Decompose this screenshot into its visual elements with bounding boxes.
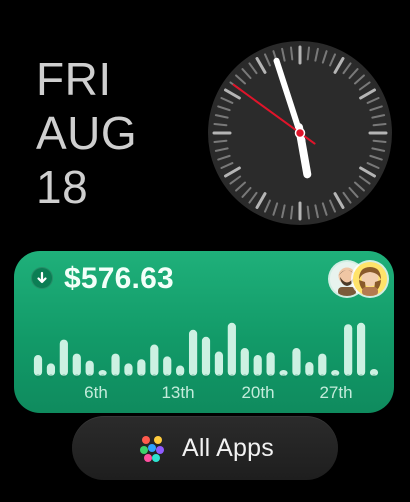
clock-tick-minor — [372, 123, 387, 127]
chart-bar — [150, 344, 159, 376]
chart-baseline-dot — [358, 374, 364, 379]
chart-baseline-dot — [113, 374, 118, 379]
clock-tick-minor — [213, 139, 228, 143]
chart-baseline-dot — [87, 374, 92, 379]
day: 18 — [36, 161, 89, 213]
clock-tick-minor — [306, 205, 310, 220]
chart-baseline-dot — [229, 374, 235, 379]
chart-bar — [124, 363, 133, 376]
clock-tick-minor — [306, 46, 310, 61]
clock-tick-minor — [290, 205, 294, 220]
chart-baseline-dot — [61, 374, 67, 379]
avatar-2 — [353, 262, 387, 296]
chart-baseline-dot — [307, 374, 312, 379]
spend-chart: 6th 13th 20th 27th — [33, 322, 379, 402]
chart-baseline-dot — [242, 374, 247, 379]
chart-baseline-dot — [165, 374, 170, 379]
chart-baseline-dot — [216, 374, 222, 379]
avatar-2-icon — [353, 262, 387, 296]
chart-baseline-dot — [281, 374, 286, 379]
chart-bar — [33, 355, 43, 376]
chart-bar — [46, 363, 56, 376]
month: AUG — [36, 107, 138, 159]
chart-baseline-dot — [177, 374, 183, 379]
chart-bar — [214, 351, 224, 376]
chart-bars — [33, 322, 379, 376]
chart-baseline-dot — [48, 374, 54, 379]
chart-x-label: 27th — [319, 383, 352, 402]
clock-tick-minor — [213, 123, 228, 127]
all-apps-button[interactable]: All Apps — [72, 416, 338, 480]
app-grid-icon — [140, 436, 165, 462]
chart-bar — [356, 322, 366, 376]
clock-tick-minor — [290, 46, 294, 61]
chart-bar — [253, 355, 262, 376]
chart-bar — [292, 348, 301, 376]
chart-baseline-dot — [100, 374, 105, 379]
chart-baseline-dot — [139, 374, 144, 379]
chart-bar — [344, 324, 353, 376]
chart-bar — [111, 353, 120, 376]
chart-baseline-dot — [255, 374, 260, 379]
chart-baseline-dot — [294, 374, 299, 379]
chart-baseline-dot — [371, 374, 377, 379]
down-arrow-icon — [31, 267, 53, 289]
chart-baseline-dot — [203, 374, 209, 379]
date-stack: FRI AUG 18 — [36, 52, 137, 214]
chart-bar — [201, 336, 211, 376]
chart-bar — [227, 322, 236, 376]
chart-bar — [59, 339, 68, 376]
chart-bar — [137, 359, 146, 376]
avatar-group[interactable] — [330, 262, 390, 298]
chart-baseline-dot — [268, 374, 273, 379]
chart-bar — [240, 348, 249, 376]
down-arrow-icon-svg — [37, 271, 47, 284]
clock-tick-minor — [372, 139, 387, 143]
clock-center-cap — [294, 127, 306, 139]
chart-baseline-dot — [126, 374, 131, 379]
chart-x-labels: 6th 13th 20th 27th — [84, 383, 352, 402]
chart-bar — [72, 353, 81, 376]
chart-baseline-dot — [333, 374, 338, 379]
chart-baseline-dot — [152, 374, 157, 379]
chart-baseline-dot — [320, 374, 325, 379]
chart-bar — [305, 362, 314, 376]
chart-x-label: 20th — [241, 383, 274, 402]
chart-bar — [85, 360, 94, 376]
chart-bar — [188, 329, 198, 376]
chart-bar — [163, 356, 172, 376]
watch-screen: FRI AUG 18 $576.63 6th 13th 20th 27th Al… — [0, 0, 410, 502]
chart-baseline-dot — [74, 374, 79, 379]
analog-clock[interactable] — [205, 38, 395, 228]
chart-bar — [266, 352, 275, 376]
chart-x-label: 13th — [161, 383, 194, 402]
balance-amount: $576.63 — [64, 262, 174, 295]
chart-bar — [318, 353, 327, 376]
all-apps-label: All Apps — [182, 433, 274, 462]
weekday: FRI — [36, 53, 112, 105]
chart-baseline-dot — [35, 374, 41, 379]
chart-x-label: 6th — [84, 383, 108, 402]
chart-baseline-dot — [190, 374, 196, 379]
chart-baseline-dot — [345, 374, 351, 379]
chart-baseline-dots — [35, 374, 377, 379]
